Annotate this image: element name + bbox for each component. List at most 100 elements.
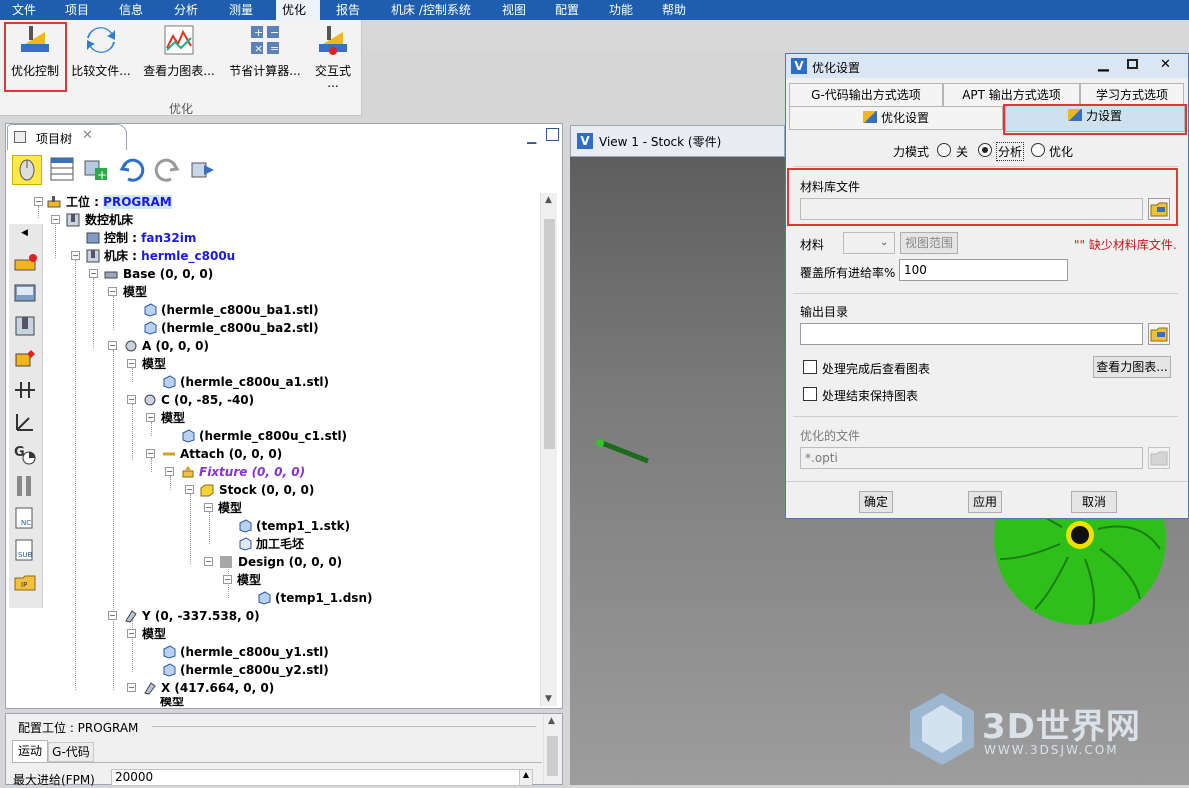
tab-optimize-settings[interactable]: 优化设置 (789, 106, 1003, 130)
tree-node-stock[interactable]: Stock (0, 0, 0) (219, 481, 314, 499)
menu-analysis[interactable]: 分析 (168, 0, 204, 20)
control-icon[interactable] (13, 282, 37, 306)
fixture-add-icon[interactable] (13, 346, 37, 370)
collapse-toggle[interactable]: − (51, 215, 60, 224)
tree-node-stl[interactable]: (hermle_c800u_y2.stl) (180, 661, 329, 679)
radio-off[interactable] (937, 143, 951, 157)
project-tree-tab[interactable]: 项目树 ✕ (7, 124, 127, 150)
material-select[interactable]: ⌄ (843, 232, 895, 254)
tree-node-stk[interactable]: (temp1_1.stk) (256, 517, 350, 535)
select-mode-button[interactable] (12, 155, 42, 185)
tree-scrollbar[interactable]: ▲ ▼ (540, 193, 557, 706)
tree-node-design[interactable]: Design (0, 0, 0) (238, 553, 342, 571)
tree-node-stl[interactable]: (hermle_c800u_ba1.stl) (161, 301, 319, 319)
move-button[interactable] (188, 155, 218, 185)
tree-node-control[interactable]: 控制 : fan32im (104, 229, 196, 247)
tree-node-station[interactable]: 工位 : PROGRAM (66, 193, 172, 211)
collapse-toggle[interactable]: − (204, 557, 213, 566)
browse-optimized-button[interactable] (1148, 447, 1170, 469)
tree-node-model[interactable]: 模型 (123, 283, 147, 301)
scroll-thumb[interactable] (544, 219, 555, 449)
collapse-toggle[interactable]: − (108, 287, 117, 296)
menu-config[interactable]: 配置 (549, 0, 585, 20)
output-dir-input[interactable] (800, 323, 1143, 345)
cancel-button[interactable]: 取消 (1071, 491, 1117, 513)
redo-button[interactable] (153, 155, 183, 185)
scroll-down-icon[interactable]: ▼ (545, 694, 552, 704)
view-force-chart-dialog-button[interactable]: 查看力图表... (1093, 356, 1171, 378)
max-feed-input[interactable]: 20000 (111, 769, 521, 786)
tree-node-model[interactable]: 模型 (142, 355, 166, 373)
view-chart-after-checkbox[interactable] (803, 360, 817, 374)
collapse-toggle[interactable]: − (34, 197, 43, 206)
browse-material-button[interactable] (1148, 198, 1170, 220)
collapse-toggle[interactable]: − (127, 629, 136, 638)
tree-node-cnc-machine[interactable]: 数控机床 (85, 211, 133, 229)
collapse-toggle[interactable]: − (127, 683, 136, 692)
scroll-up-icon[interactable]: ▲ (545, 195, 552, 205)
browse-output-button[interactable] (1148, 323, 1170, 345)
add-component-button[interactable]: + (82, 155, 112, 185)
collapse-toggle[interactable]: − (165, 467, 174, 476)
collapse-toggle[interactable]: − (204, 503, 213, 512)
collapse-toggle[interactable]: − (146, 449, 155, 458)
tree-node-stl[interactable]: (hermle_c800u_c1.stl) (199, 427, 347, 445)
tree-node-stl[interactable]: (hermle_c800u_a1.stl) (180, 373, 329, 391)
tree-node-y-axis[interactable]: Y (0, -337.538, 0) (142, 607, 260, 625)
config-scrollbar[interactable]: ▲ (543, 714, 560, 784)
minimize-icon[interactable]: ▁ (527, 130, 536, 144)
tree-node-dsn[interactable]: (temp1_1.dsn) (275, 589, 372, 607)
axis-offset-icon[interactable] (13, 378, 37, 402)
collapse-toggle[interactable]: − (108, 611, 117, 620)
tree-node-model[interactable]: 模型 (237, 571, 261, 589)
tree-node-x-axis[interactable]: X (417.664, 0, 0) (161, 679, 274, 697)
ip-folder-icon[interactable]: IP (13, 570, 37, 594)
scroll-thumb[interactable] (547, 736, 558, 776)
menu-info[interactable]: 信息 (113, 0, 149, 20)
collapse-toggle[interactable]: − (127, 395, 136, 404)
subroutine-icon[interactable]: SUB (13, 538, 37, 562)
close-icon[interactable]: ✕ (1160, 57, 1171, 72)
menu-measure[interactable]: 测量 (223, 0, 259, 20)
menu-project[interactable]: 项目 (59, 0, 95, 20)
tree-node-fixture[interactable]: Fixture (0, 0, 0) (199, 463, 305, 481)
override-feed-input[interactable]: 100 (899, 259, 1068, 281)
menu-function[interactable]: 功能 (603, 0, 639, 20)
compare-files-button[interactable]: 比较文件... (70, 24, 132, 90)
collapse-toggle[interactable]: − (223, 575, 232, 584)
tab-gcode[interactable]: G-代码 (48, 742, 94, 762)
radio-analysis[interactable] (978, 143, 992, 157)
menu-machine-control[interactable]: 机床 /控制系统 (385, 0, 477, 20)
nc-program-icon[interactable]: NC (13, 506, 37, 530)
tree-node-stl[interactable]: (hermle_c800u_ba2.stl) (161, 319, 319, 337)
tree-node-c-axis[interactable]: C (0, -85, -40) (161, 391, 254, 409)
collapse-toggle[interactable]: − (146, 413, 155, 422)
maximize-icon[interactable] (1127, 59, 1138, 69)
properties-button[interactable] (48, 155, 78, 185)
tree-node-stl[interactable]: (hermle_c800u_y1.stl) (180, 643, 329, 661)
interactive-button[interactable]: 交互式 ... (308, 24, 358, 90)
spin-up-icon[interactable]: ▲ (519, 769, 533, 786)
station-icon[interactable] (13, 250, 37, 274)
tree-node-model[interactable]: 模型 (218, 499, 242, 517)
maximize-icon[interactable] (546, 128, 559, 141)
tree-node-machine[interactable]: 机床 : hermle_c800u (104, 247, 235, 265)
undo-button[interactable] (118, 155, 148, 185)
coordinate-system-icon[interactable] (13, 410, 37, 434)
ok-button[interactable]: 确定 (859, 491, 893, 513)
menu-view[interactable]: 视图 (496, 0, 532, 20)
view-force-chart-button[interactable]: 查看力图表... (140, 24, 218, 90)
collapse-toggle[interactable]: − (108, 341, 117, 350)
scroll-up-icon[interactable]: ▲ (548, 716, 555, 726)
savings-calculator-button[interactable]: + − × = 节省计算器... (226, 24, 304, 90)
tree-node-machining-blank[interactable]: 加工毛坯 (256, 535, 304, 553)
tree-node-model[interactable]: 模型 (142, 625, 166, 643)
tree-node-a-axis[interactable]: A (0, 0, 0) (142, 337, 209, 355)
tab-motion[interactable]: 运动 (12, 740, 48, 762)
view-range-button[interactable]: 视图范围 (900, 232, 958, 254)
machine-icon[interactable] (13, 314, 37, 338)
collapse-toggle[interactable]: − (127, 359, 136, 368)
menu-file[interactable]: 文件 (6, 0, 42, 20)
menu-report[interactable]: 报告 (330, 0, 366, 20)
collapse-arrow-icon[interactable]: ◀ (21, 228, 28, 238)
